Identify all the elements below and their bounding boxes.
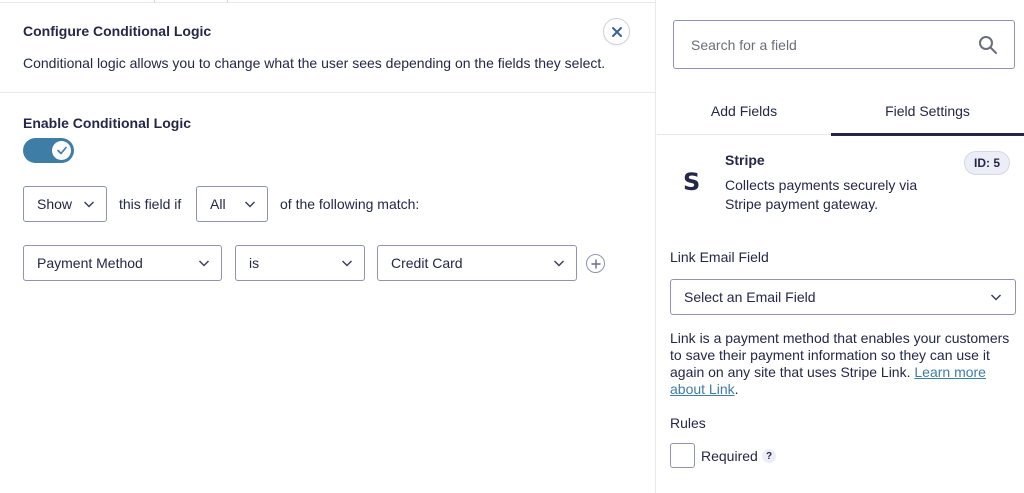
enable-conditional-logic-toggle[interactable]: [23, 138, 74, 163]
link-description-end: .: [734, 381, 739, 397]
required-checkbox[interactable]: [670, 443, 695, 468]
rule-operator-select[interactable]: is: [235, 245, 365, 281]
field-sidebar: Search for a field Add Fields Field Sett…: [657, 0, 1024, 493]
action-select-value: Show: [37, 196, 73, 212]
chevron-down-icon: [83, 201, 95, 208]
field-title: Stripe: [725, 152, 765, 168]
link-email-field-value: Select an Email Field: [684, 289, 816, 305]
rule-value-value: Credit Card: [391, 255, 463, 271]
chevron-down-icon: [198, 260, 210, 267]
rule-operator-value: is: [249, 255, 260, 271]
toggle-knob: [52, 141, 71, 160]
link-email-field-label: Link Email Field: [670, 249, 769, 265]
field-description: Collects payments securely via Stripe pa…: [725, 177, 918, 212]
modal-title: Configure Conditional Logic: [23, 23, 212, 39]
of-following-match-text: of the following match:: [280, 196, 420, 212]
help-icon[interactable]: ?: [762, 449, 776, 463]
chevron-down-icon: [990, 294, 1002, 301]
close-button[interactable]: [603, 18, 630, 45]
enable-conditional-logic-label: Enable Conditional Logic: [23, 115, 191, 131]
rule-field-select[interactable]: Payment Method: [23, 245, 222, 281]
action-select[interactable]: Show: [23, 186, 107, 222]
search-icon[interactable]: [978, 35, 998, 55]
active-tab-indicator: [831, 133, 1024, 136]
chevron-down-icon: [341, 260, 353, 267]
this-field-if-text: this field if: [119, 196, 182, 212]
header-divider: [0, 92, 656, 93]
chevron-down-icon: [553, 260, 565, 267]
tab-add-fields[interactable]: Add Fields: [657, 88, 831, 136]
rule-field-value: Payment Method: [37, 255, 143, 271]
link-description: Link is a payment method that enables yo…: [670, 330, 1018, 398]
checkmark-icon: [56, 146, 67, 155]
plus-circle-icon: [590, 258, 601, 269]
chevron-down-icon: [244, 201, 256, 208]
rules-label: Rules: [670, 415, 706, 431]
top-strip-divider: [154, 0, 155, 3]
tab-field-settings[interactable]: Field Settings: [831, 88, 1024, 136]
link-email-field-select[interactable]: Select an Email Field: [670, 279, 1016, 315]
search-placeholder: Search for a field: [691, 37, 797, 53]
close-icon: [611, 26, 622, 37]
match-select-value: All: [210, 196, 226, 212]
field-search-input[interactable]: Search for a field: [673, 20, 1015, 69]
add-rule-button[interactable]: [586, 254, 605, 273]
required-label: Required: [701, 448, 758, 464]
modal-description: Conditional logic allows you to change w…: [23, 55, 606, 71]
match-select[interactable]: All: [196, 186, 268, 222]
field-id-badge: ID: 5: [964, 151, 1011, 175]
rule-value-select[interactable]: Credit Card: [377, 245, 577, 281]
conditional-logic-panel: Configure Conditional Logic Conditional …: [0, 0, 656, 493]
top-strip: [0, 0, 656, 3]
stripe-icon: S: [683, 168, 701, 196]
top-strip-divider: [227, 0, 228, 3]
